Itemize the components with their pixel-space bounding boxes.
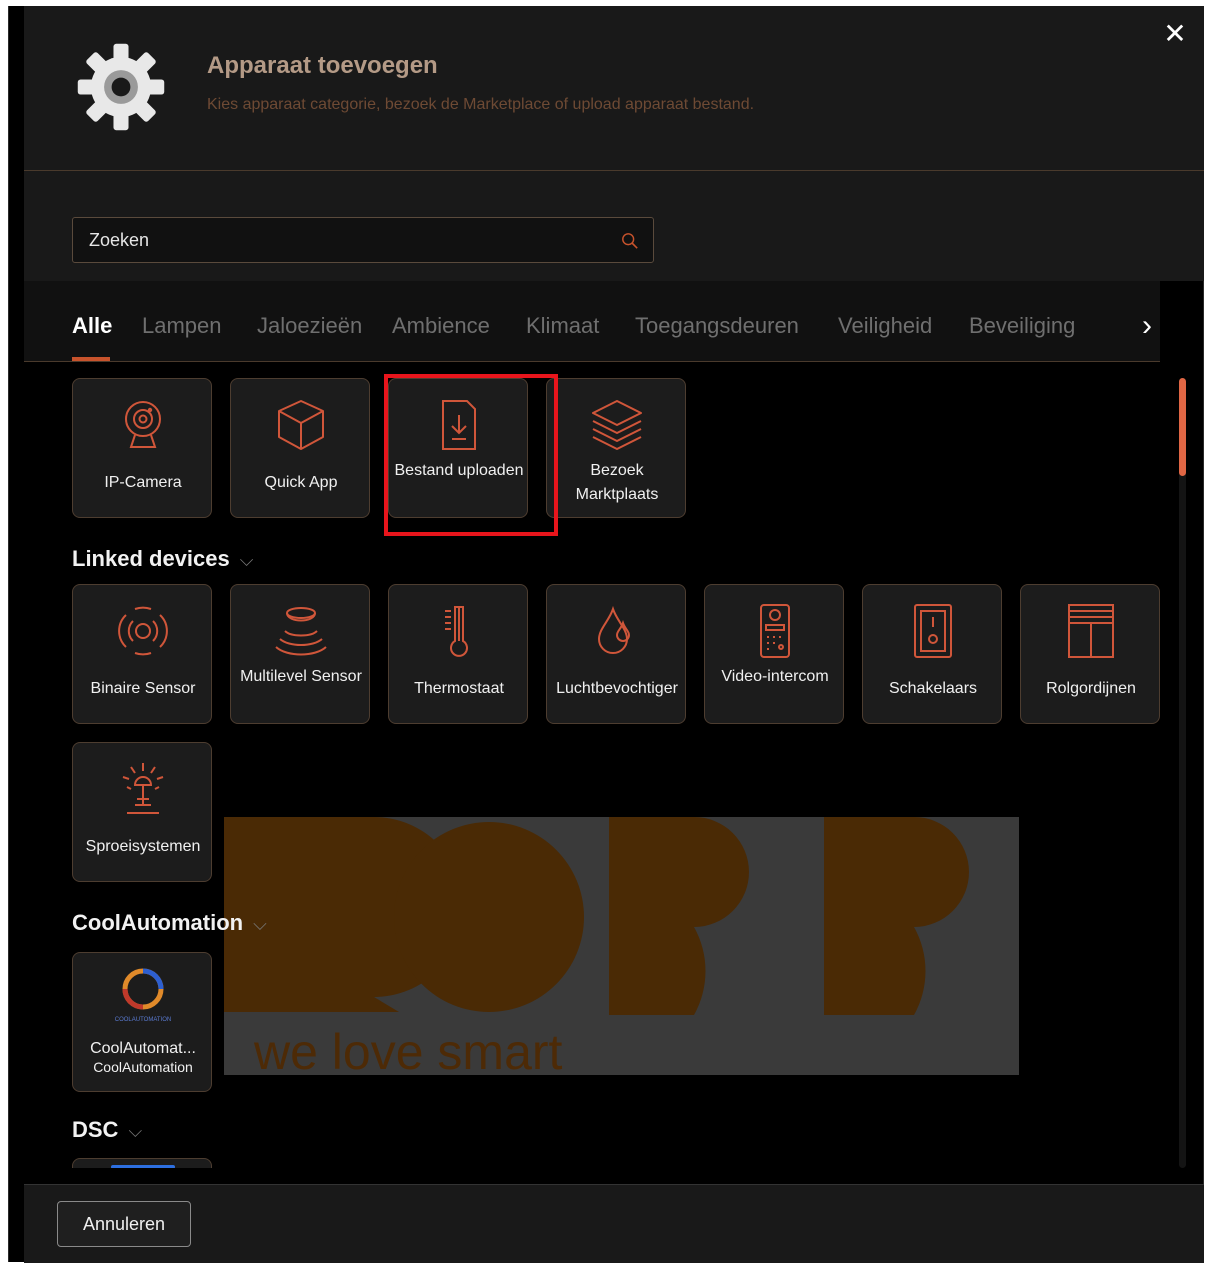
chevron-down-icon: ⌵: [239, 550, 254, 570]
tab-veiligheid[interactable]: Veiligheid: [838, 313, 932, 339]
sensor-waves-icon: [118, 606, 168, 656]
intercom-icon: [760, 604, 790, 658]
tab-alle[interactable]: Alle: [72, 313, 112, 339]
category-tabs: Alle Lampen Jaloezieën Ambience Klimaat …: [24, 281, 1160, 362]
section-dsc[interactable]: DSC ⌵: [72, 1117, 142, 1143]
search-input[interactable]: [73, 218, 613, 262]
tile-label: Bestand uploaden: [394, 462, 524, 479]
close-icon[interactable]: ✕: [1161, 20, 1189, 48]
tab-lampen[interactable]: Lampen: [142, 313, 222, 339]
dialog-subtitle: Kies apparaat categorie, bezoek de Marke…: [207, 96, 755, 113]
droplet-icon: [597, 605, 631, 654]
chevron-down-icon: ⌵: [128, 1121, 143, 1141]
tile-label: Thermostaat: [414, 680, 504, 697]
tile-quick-app[interactable]: Quick App: [230, 378, 370, 518]
section-coolautomation[interactable]: CoolAutomation ⌵: [72, 910, 267, 936]
multilevel-sensor-icon: [275, 607, 327, 656]
thermometer-icon: [445, 606, 468, 657]
tile-label: Video-intercom: [721, 668, 829, 685]
tile-label: Quick App: [264, 474, 338, 491]
tile-multilevel-sensor[interactable]: Multilevel Sensor: [230, 584, 370, 724]
tile-coolautomation[interactable]: COOLAUTOMATION CoolAutomat... CoolAutoma…: [72, 952, 212, 1092]
search-icon[interactable]: [621, 232, 639, 250]
add-device-dialog: Apparaat toevoegen Kies apparaat categor…: [8, 6, 1204, 1263]
tile-sublabel: CoolAutomation: [93, 1059, 193, 1075]
switch-icon: [914, 604, 952, 658]
tile-sproeisystemen[interactable]: Sproeisystemen: [72, 742, 212, 882]
blinds-icon: [1068, 604, 1114, 658]
tile-label: Bezoek Marktplaats: [575, 462, 659, 503]
tile-marketplace[interactable]: Bezoek Marktplaats: [546, 378, 686, 518]
tile-binaire-sensor[interactable]: Binaire Sensor: [72, 584, 212, 724]
tab-toegangsdeuren[interactable]: Toegangsdeuren: [635, 313, 799, 339]
dialog-footer: [24, 1184, 1204, 1263]
cube-icon: [278, 400, 324, 450]
scrollbar-track[interactable]: [1179, 378, 1186, 1168]
tile-luchtbevochtiger[interactable]: Luchtbevochtiger: [546, 584, 686, 724]
tile-dsc-partial[interactable]: [72, 1158, 212, 1168]
tile-file-upload[interactable]: Bestand uploaden: [388, 378, 528, 518]
tile-label: Rolgordijnen: [1046, 680, 1136, 697]
watermark: we love smart: [224, 817, 1019, 1080]
tile-label: Binaire Sensor: [90, 680, 196, 697]
coolautomation-logo: COOLAUTOMATION: [115, 968, 171, 1023]
dsc-logo: [111, 1165, 175, 1168]
tile-label: Schakelaars: [888, 680, 978, 697]
tab-jaloezieen[interactable]: Jaloezieën: [257, 313, 362, 339]
gear-icon: [77, 43, 165, 131]
layers-icon: [592, 400, 642, 450]
tile-label: Sproeisystemen: [85, 838, 201, 855]
tab-klimaat[interactable]: Klimaat: [526, 313, 599, 339]
device-list: IP-Camera Quick App Bestand uploaden Bez…: [24, 362, 1174, 1168]
watermark-text: we love smart: [254, 1024, 563, 1080]
chevron-right-icon[interactable]: ›: [1135, 309, 1159, 345]
tab-beveiliging[interactable]: Beveiliging: [969, 313, 1075, 339]
search-box: [72, 217, 654, 263]
robb-logo: [224, 817, 969, 1015]
dialog-title: Apparaat toevoegen: [207, 52, 438, 79]
sprinkler-icon: [122, 763, 164, 814]
svg-text:COOLAUTOMATION: COOLAUTOMATION: [115, 1017, 171, 1023]
tile-label: Luchtbevochtiger: [556, 680, 678, 697]
tile-label: CoolAutomat...: [90, 1040, 196, 1057]
dialog-header: Apparaat toevoegen Kies apparaat categor…: [24, 6, 1204, 171]
tile-label: Multilevel Sensor: [240, 668, 362, 685]
tile-ip-camera[interactable]: IP-Camera: [72, 378, 212, 518]
file-upload-icon: [442, 400, 476, 450]
active-tab-indicator: [72, 357, 110, 361]
tile-label: IP-Camera: [104, 474, 182, 491]
tile-schakelaars[interactable]: Schakelaars: [862, 584, 1002, 724]
chevron-down-icon: ⌵: [253, 914, 267, 934]
cancel-button[interactable]: Annuleren: [57, 1201, 191, 1247]
camera-icon: [125, 401, 161, 448]
section-linked-devices[interactable]: Linked devices ⌵: [72, 546, 253, 572]
tile-rolgordijnen[interactable]: Rolgordijnen: [1020, 584, 1160, 724]
scrollbar-thumb[interactable]: [1179, 378, 1186, 476]
tile-thermostaat[interactable]: Thermostaat: [388, 584, 528, 724]
tile-video-intercom[interactable]: Video-intercom: [704, 584, 844, 724]
tab-ambience[interactable]: Ambience: [392, 313, 490, 339]
